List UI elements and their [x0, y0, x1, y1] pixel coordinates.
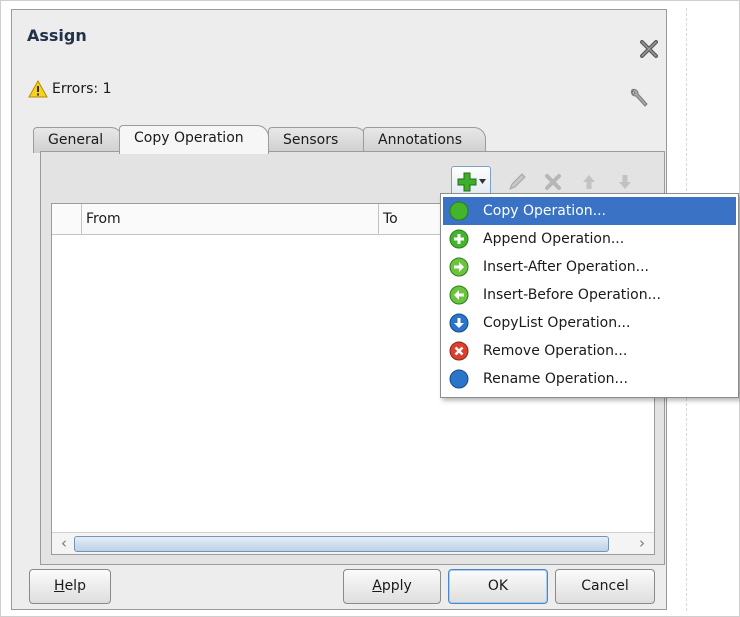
row-selector-header: [52, 204, 82, 235]
menu-item-label: CopyList Operation...: [483, 315, 631, 331]
menu-item-label: Rename Operation...: [483, 371, 628, 387]
errors-indicator: Errors: 1: [28, 80, 112, 98]
close-icon[interactable]: [638, 38, 660, 60]
menu-item-label: Append Operation...: [483, 231, 625, 247]
menu-item-insert-before-operation[interactable]: Insert-Before Operation...: [443, 281, 736, 309]
blue-circle-icon: [449, 369, 469, 389]
scrollbar-thumb[interactable]: [74, 536, 609, 552]
menu-item-insert-after-operation[interactable]: Insert-After Operation...: [443, 253, 736, 281]
tab-annotations[interactable]: Annotations: [363, 127, 486, 153]
dialog-title: Assign: [27, 26, 87, 45]
apply-label-rest: pply: [381, 578, 412, 594]
scroll-right-arrow-icon[interactable]: ›: [632, 534, 652, 553]
menu-item-rename-operation[interactable]: Rename Operation...: [443, 365, 736, 393]
column-header-to[interactable]: To: [383, 211, 398, 227]
apply-mnemonic: A: [372, 578, 382, 594]
green-plus-icon: [457, 172, 476, 192]
green-arrow-right-circle-icon: [449, 257, 469, 277]
menu-item-copylist-operation[interactable]: CopyList Operation...: [443, 309, 736, 337]
help-mnemonic: H: [54, 578, 65, 594]
horizontal-scrollbar[interactable]: ‹ ›: [52, 532, 654, 554]
menu-item-label: Copy Operation...: [483, 203, 606, 219]
green-plus-circle-icon: [449, 229, 469, 249]
green-circle-icon: [449, 201, 469, 221]
menu-item-label: Remove Operation...: [483, 343, 628, 359]
cancel-button[interactable]: Cancel: [555, 569, 655, 604]
ok-button[interactable]: OK: [448, 569, 548, 604]
apply-button[interactable]: Apply: [343, 569, 441, 604]
warning-icon: [28, 80, 48, 98]
errors-label: Errors: 1: [52, 81, 112, 97]
scroll-left-arrow-icon[interactable]: ‹: [54, 534, 74, 553]
help-button[interactable]: Help: [29, 569, 111, 604]
column-divider[interactable]: [378, 204, 379, 235]
dropdown-arrow-icon: [478, 179, 486, 184]
tab-sensors[interactable]: Sensors: [268, 127, 367, 153]
help-label-rest: elp: [64, 578, 86, 594]
column-header-from[interactable]: From: [86, 211, 121, 227]
wrench-icon[interactable]: [626, 86, 652, 112]
blue-arrow-down-circle-icon: [449, 313, 469, 333]
tab-copy-operation[interactable]: Copy Operation: [119, 125, 269, 154]
tab-label: Sensors: [283, 132, 339, 148]
move-up-arrow-icon[interactable]: [579, 172, 599, 192]
menu-item-label: Insert-Before Operation...: [483, 287, 661, 303]
green-arrow-left-circle-icon: [449, 285, 469, 305]
delete-x-icon[interactable]: [543, 172, 563, 192]
menu-item-remove-operation[interactable]: Remove Operation...: [443, 337, 736, 365]
tab-label: General: [48, 132, 104, 148]
edit-pencil-icon[interactable]: [507, 172, 527, 192]
add-operation-menu: Copy Operation... Append Operation... In…: [440, 193, 739, 398]
tab-general[interactable]: General: [33, 127, 123, 153]
tab-label: Copy Operation: [134, 130, 244, 146]
menu-item-label: Insert-After Operation...: [483, 259, 649, 275]
menu-item-append-operation[interactable]: Append Operation...: [443, 225, 736, 253]
move-down-arrow-icon[interactable]: [615, 172, 635, 192]
red-x-circle-icon: [449, 341, 469, 361]
tab-label: Annotations: [378, 132, 463, 148]
menu-item-copy-operation[interactable]: Copy Operation...: [443, 197, 736, 225]
